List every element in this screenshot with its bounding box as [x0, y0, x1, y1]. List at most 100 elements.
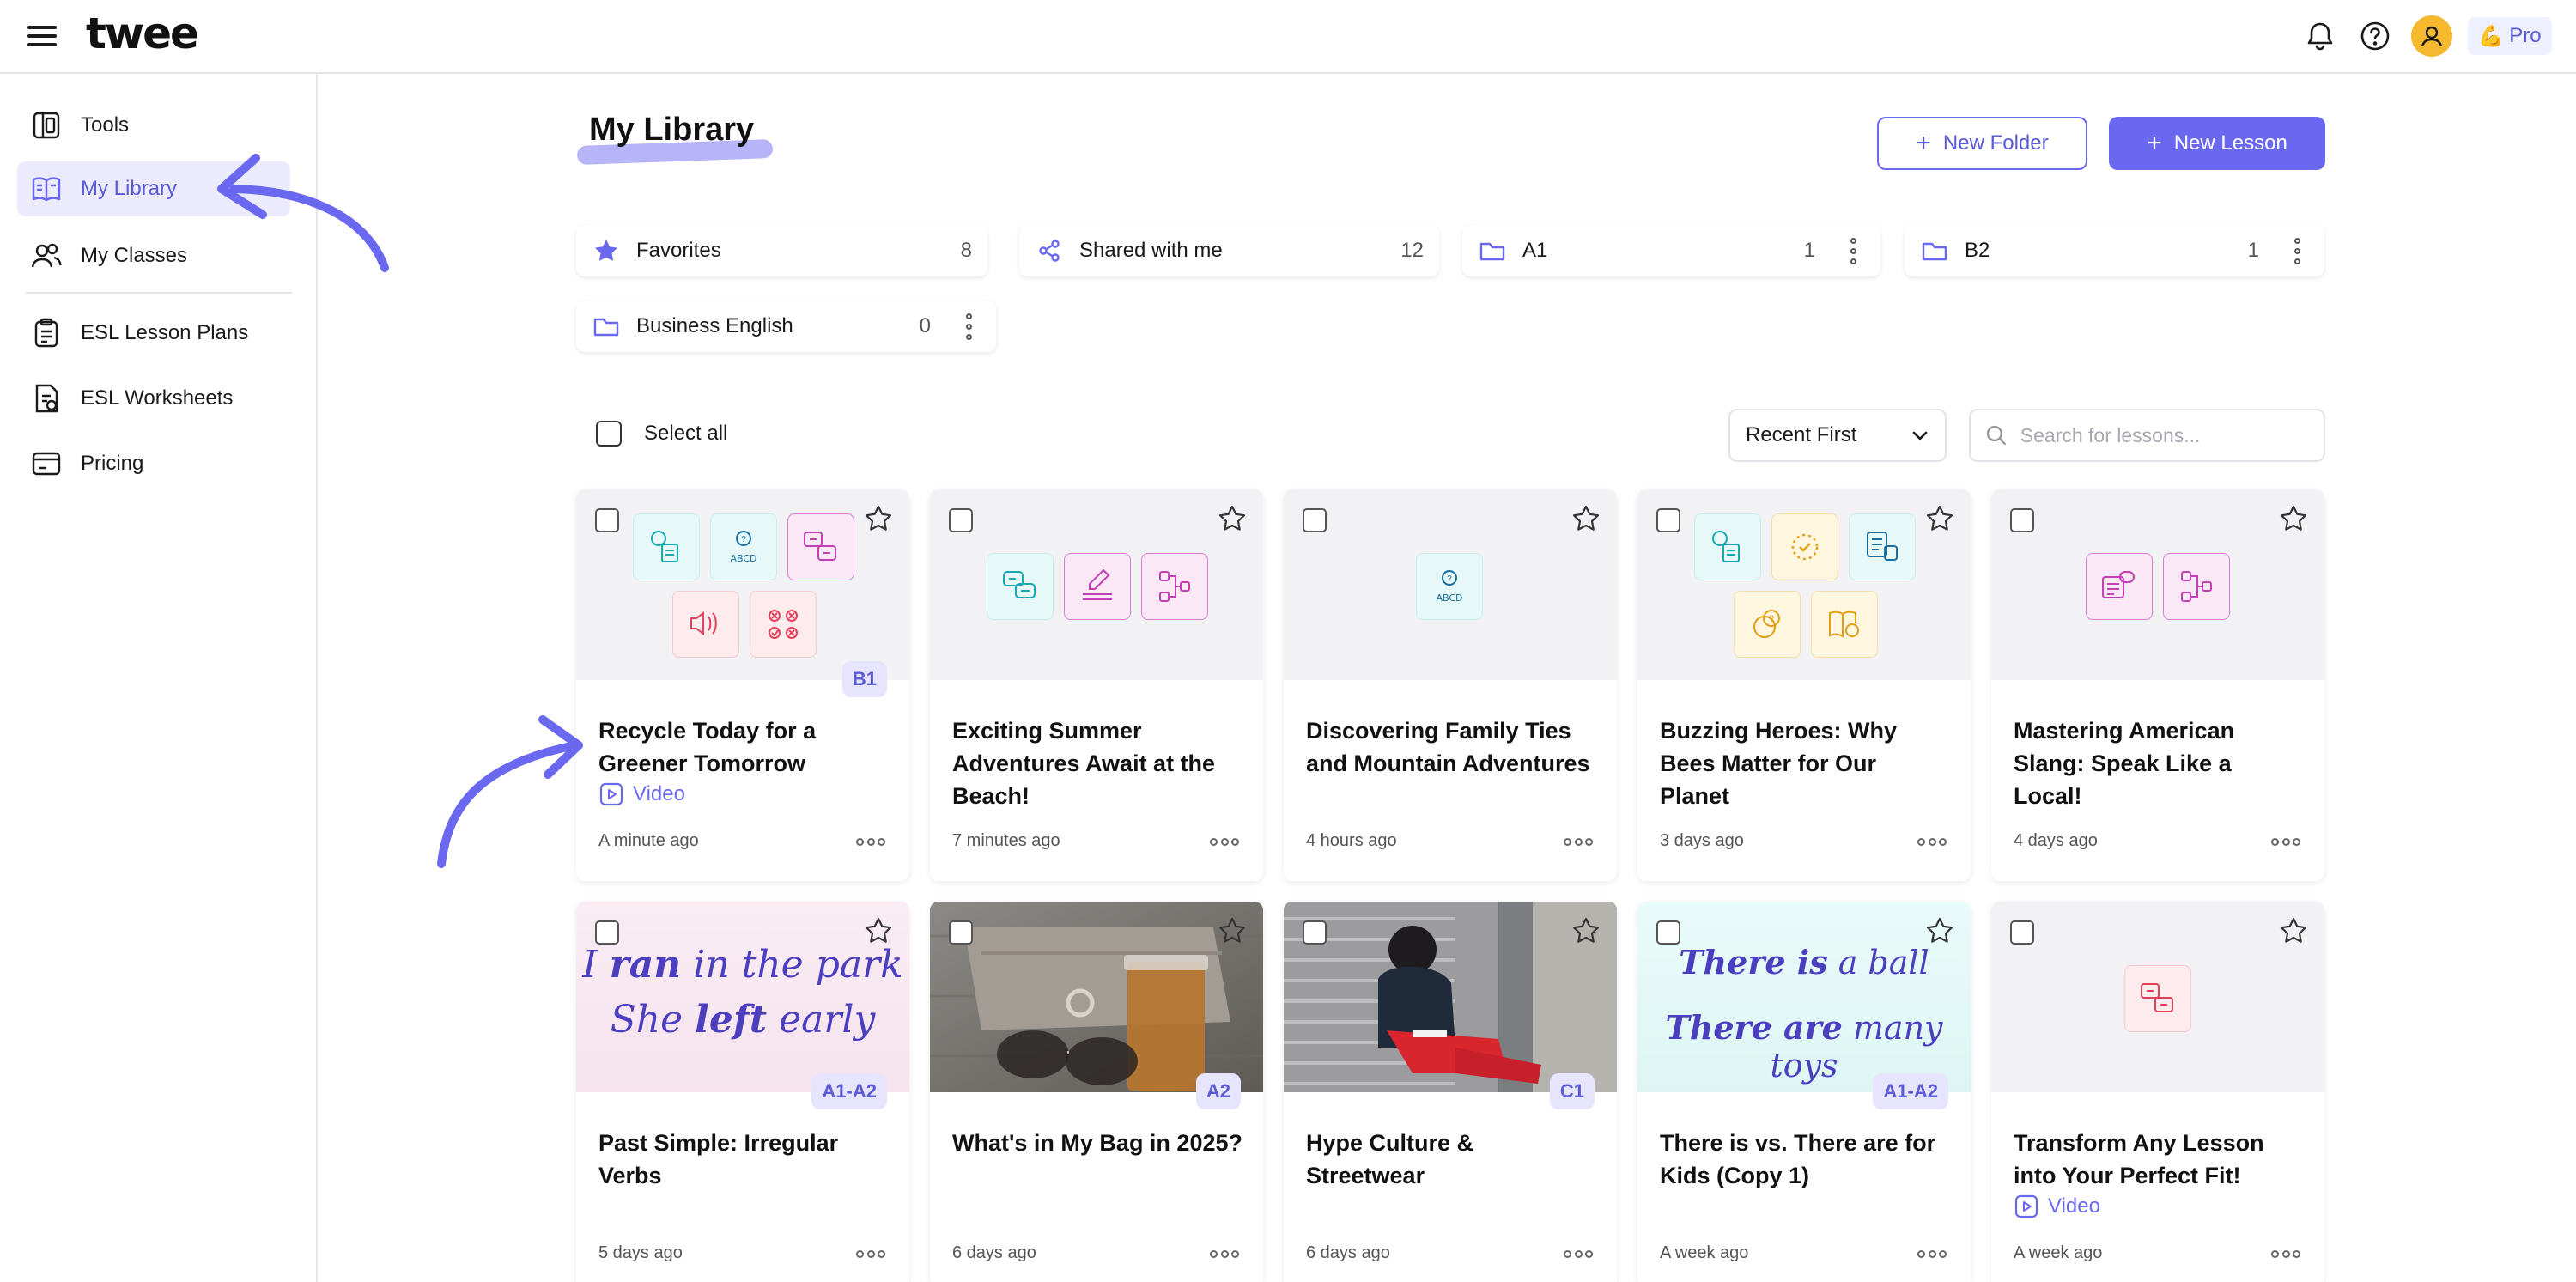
- notification-bell-icon[interactable]: [2301, 17, 2339, 55]
- lesson-card[interactable]: Transform Any Lesson into Your Perfect F…: [1991, 902, 2324, 1282]
- sort-dropdown[interactable]: Recent First: [1728, 409, 1947, 462]
- lesson-title[interactable]: Hype Culture & Streetwear: [1306, 1127, 1598, 1192]
- sidebar-item-tools[interactable]: Tools: [17, 98, 290, 153]
- level-badge: A2: [1195, 1073, 1241, 1109]
- more-options-icon[interactable]: [1564, 1245, 1593, 1262]
- lesson-select-checkbox[interactable]: [2010, 920, 2034, 945]
- library-book-icon: [29, 172, 64, 206]
- star-icon[interactable]: [1924, 915, 1955, 946]
- star-icon[interactable]: [1924, 503, 1955, 534]
- menu-icon[interactable]: [27, 22, 58, 50]
- writing-icon: [1064, 553, 1131, 620]
- lesson-select-checkbox[interactable]: [1303, 920, 1327, 945]
- lesson-card[interactable]: Mastering American Slang: Speak Like a L…: [1991, 489, 2324, 881]
- new-lesson-button[interactable]: + New Lesson: [2109, 117, 2325, 170]
- folder-a1[interactable]: A1 1: [1462, 225, 1880, 276]
- lesson-select-checkbox[interactable]: [2010, 508, 2034, 532]
- lesson-title[interactable]: Exciting Summer Adventures Await at the …: [952, 714, 1244, 812]
- more-options-icon[interactable]: [2271, 833, 2300, 850]
- help-icon[interactable]: [2356, 17, 2394, 55]
- star-icon[interactable]: [1217, 915, 1248, 946]
- lesson-title[interactable]: Buzzing Heroes: Why Bees Matter for Our …: [1660, 714, 1952, 812]
- star-icon[interactable]: [863, 503, 894, 534]
- share-icon: [1035, 236, 1064, 265]
- star-icon[interactable]: [863, 915, 894, 946]
- star-icon[interactable]: [1217, 503, 1248, 534]
- annotation-arrow-icon: [217, 154, 389, 272]
- speaking-icon: [1694, 513, 1761, 580]
- search-field[interactable]: [1969, 409, 2325, 462]
- video-play-icon: [2014, 1194, 2038, 1218]
- chat-icon: [987, 553, 1054, 620]
- lesson-time: 5 days ago: [598, 1243, 683, 1262]
- lesson-card[interactable]: Exciting Summer Adventures Await at the …: [930, 489, 1263, 881]
- user-avatar-icon[interactable]: [2411, 15, 2452, 57]
- lesson-select-checkbox[interactable]: [1303, 508, 1327, 532]
- lesson-title[interactable]: Past Simple: Irregular Verbs: [598, 1127, 890, 1192]
- folder-shared-with-me[interactable]: Shared with me 12: [1019, 225, 1439, 276]
- star-icon[interactable]: [1571, 915, 1601, 946]
- more-options-icon[interactable]: [1917, 833, 1947, 850]
- page-title: My Library: [589, 112, 755, 148]
- svg-text:ABCD: ABCD: [1436, 592, 1462, 604]
- lesson-card[interactable]: ? Buzzing Heroes: Why Bees Matter for Ou…: [1637, 489, 1971, 881]
- lesson-select-checkbox[interactable]: [949, 508, 973, 532]
- sidebar-item-esl-worksheets[interactable]: ESL Worksheets: [17, 371, 290, 426]
- lesson-card[interactable]: ? ABCD Discovering Family Ties and Mounta…: [1284, 489, 1617, 881]
- lesson-thumbnail: ? ABCD: [1284, 489, 1617, 680]
- more-options-icon[interactable]: [856, 833, 885, 850]
- lesson-thumbnail: [1991, 902, 2324, 1092]
- lesson-photo: [930, 902, 1263, 1092]
- lesson-select-checkbox[interactable]: [949, 920, 973, 945]
- lesson-title[interactable]: What's in My Bag in 2025?: [952, 1127, 1244, 1159]
- folder-business-english[interactable]: Business English 0: [576, 301, 996, 352]
- more-options-icon[interactable]: [2271, 1245, 2300, 1262]
- star-icon[interactable]: [2278, 503, 2309, 534]
- more-options-icon[interactable]: [1917, 1245, 1947, 1262]
- folder-more-icon[interactable]: [957, 309, 981, 343]
- worksheet-icon: [29, 381, 64, 416]
- alphabet-icon: ? ABCD: [1416, 553, 1483, 620]
- sidebar-item-pricing[interactable]: Pricing: [17, 436, 290, 491]
- star-icon[interactable]: [2278, 915, 2309, 946]
- lesson-card[interactable]: There is a ball There are many toys A1-A…: [1637, 902, 1971, 1282]
- lesson-time: 3 days ago: [1660, 831, 1744, 850]
- clipboard-icon: [29, 316, 64, 350]
- more-options-icon[interactable]: [1210, 833, 1239, 850]
- folder-b2[interactable]: B2 1: [1905, 225, 2324, 276]
- lesson-select-checkbox[interactable]: [1656, 920, 1680, 945]
- lesson-card[interactable]: A2 What's in My Bag in 2025? 6 days ago: [930, 902, 1263, 1282]
- alphabet-icon: ? ABCD: [710, 513, 777, 580]
- select-all[interactable]: Select all: [596, 421, 727, 447]
- lesson-select-checkbox[interactable]: [1656, 508, 1680, 532]
- select-all-checkbox[interactable]: [596, 421, 622, 447]
- more-options-icon[interactable]: [856, 1245, 885, 1262]
- more-options-icon[interactable]: [1564, 833, 1593, 850]
- new-folder-button[interactable]: + New Folder: [1877, 117, 2087, 170]
- lesson-title[interactable]: Discovering Family Ties and Mountain Adv…: [1306, 714, 1598, 780]
- lesson-time: A week ago: [2014, 1243, 2103, 1262]
- lesson-card[interactable]: ? ABCD B1 Recycle Today for a Greener Tom…: [576, 489, 909, 881]
- lesson-card[interactable]: I ran in the park She left early A1-A2 P…: [576, 902, 909, 1282]
- pro-badge[interactable]: 💪 Pro: [2468, 17, 2552, 55]
- more-options-icon[interactable]: [1210, 1245, 1239, 1262]
- search-input[interactable]: [2020, 423, 2310, 447]
- lesson-title[interactable]: Recycle Today for a Greener Tomorrow: [598, 714, 890, 780]
- folder-more-icon[interactable]: [2285, 234, 2309, 268]
- lesson-thumbnail: [930, 489, 1263, 680]
- lesson-select-checkbox[interactable]: [595, 920, 619, 945]
- lesson-title[interactable]: There is vs. There are for Kids (Copy 1): [1660, 1127, 1952, 1192]
- streetwear-photo-icon: [1284, 902, 1617, 1092]
- folder-icon: [1478, 236, 1507, 265]
- folder-more-icon[interactable]: [1841, 234, 1865, 268]
- lesson-thumbnail: There is a ball There are many toys: [1637, 902, 1971, 1092]
- lesson-title[interactable]: Mastering American Slang: Speak Like a L…: [2014, 714, 2306, 812]
- lesson-select-checkbox[interactable]: [595, 508, 619, 532]
- app-logo[interactable]: twee: [86, 9, 199, 58]
- star-icon[interactable]: [1571, 503, 1601, 534]
- lesson-card[interactable]: C1 Hype Culture & Streetwear 6 days ago: [1284, 902, 1617, 1282]
- plus-icon: +: [2147, 129, 2162, 157]
- sidebar-item-esl-lesson-plans[interactable]: ESL Lesson Plans: [17, 306, 290, 361]
- folder-favorites[interactable]: Favorites 8: [576, 225, 987, 276]
- lesson-title[interactable]: Transform Any Lesson into Your Perfect F…: [2014, 1127, 2306, 1192]
